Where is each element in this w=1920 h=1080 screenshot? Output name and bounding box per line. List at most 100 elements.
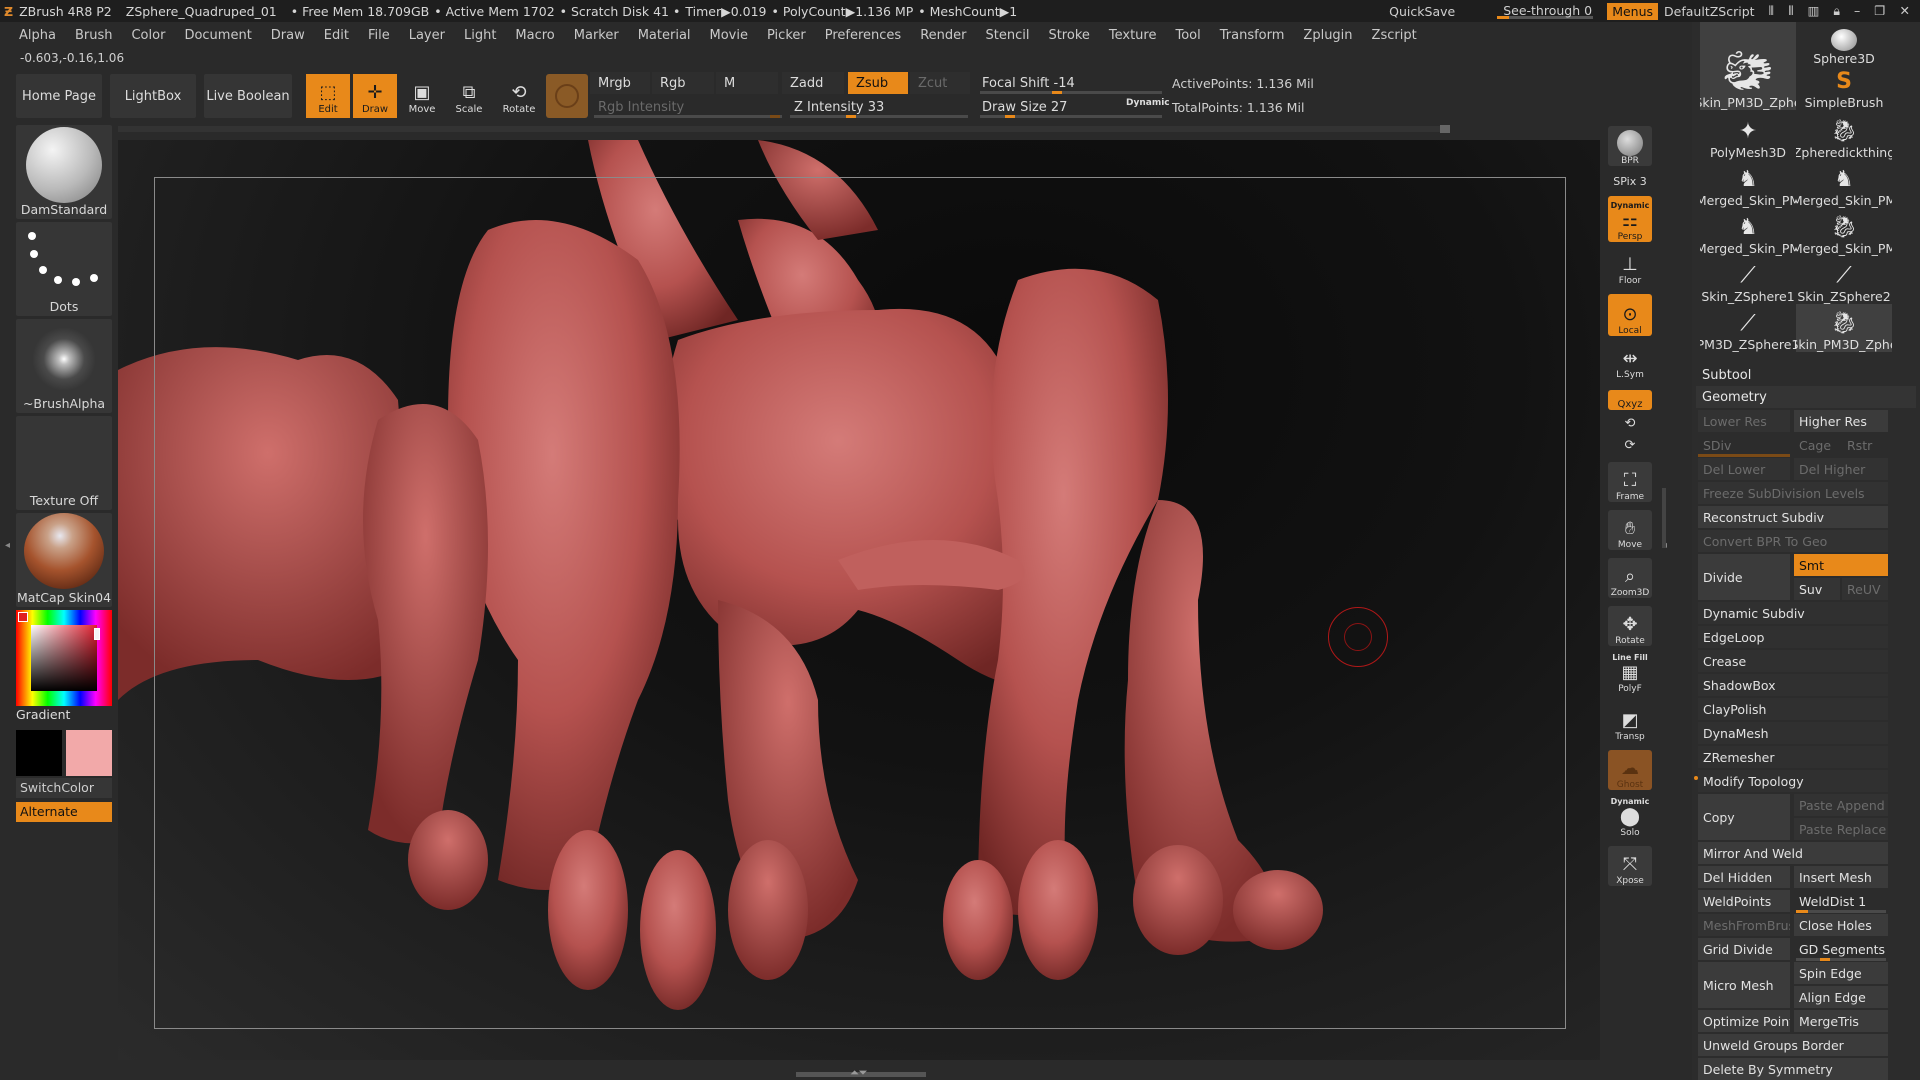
alpha-selector[interactable]: ~BrushAlpha <box>16 319 112 413</box>
modify-topology-header[interactable]: Modify Topology <box>1698 770 1888 792</box>
del-higher-button[interactable]: Del Higher <box>1794 458 1888 480</box>
zadd-button[interactable]: Zadd <box>782 72 844 94</box>
geometry-header[interactable]: Geometry <box>1702 390 1767 405</box>
higher-res-button[interactable]: Higher Res <box>1794 410 1888 432</box>
grid-divide-button[interactable]: Grid Divide <box>1698 938 1790 960</box>
quicksave-button[interactable]: QuickSave <box>1389 4 1455 19</box>
tool-thumb-4[interactable]: 🐉︎ Zpheredickthing <box>1796 112 1892 160</box>
tool-thumb-0[interactable]: 🐲︎ Skin_PM3D_Zphe <box>1700 22 1796 110</box>
scale-button[interactable]: ⧉ Scale <box>447 74 491 118</box>
tool-thumb-3[interactable]: ✦ PolyMesh3D <box>1700 112 1796 160</box>
reuv-toggle[interactable]: ReUV <box>1842 578 1888 600</box>
edit-button[interactable]: ⬚ Edit <box>306 74 350 118</box>
suv-toggle[interactable]: Suv <box>1794 578 1840 600</box>
bottom-tray-arrow-icon[interactable]: ⏶⏷ <box>850 1066 868 1080</box>
lsym-button[interactable]: ⇹ L.Sym <box>1608 348 1652 380</box>
tool-thumb-6[interactable]: ♞ Merged_Skin_PM <box>1796 160 1892 208</box>
smt-toggle[interactable]: Smt <box>1794 554 1888 576</box>
material-selector[interactable]: MatCap Skin04 <box>16 513 112 607</box>
close-icon[interactable]: ✕ <box>1900 3 1910 19</box>
sdiv-track[interactable] <box>1698 454 1790 457</box>
menu-marker[interactable]: Marker <box>574 28 619 43</box>
top-shelf-divider[interactable] <box>118 126 1448 132</box>
viewport-canvas[interactable] <box>118 140 1600 1060</box>
tool-thumb-11[interactable]: ⟋ PM3D_ZSphere1 <box>1700 304 1796 352</box>
move-view-button[interactable]: ✋︎ Move <box>1608 510 1652 550</box>
menu-stroke[interactable]: Stroke <box>1048 28 1089 43</box>
divide-button[interactable]: Divide <box>1698 554 1790 600</box>
minimize-icon[interactable]: – <box>1854 3 1860 19</box>
rotate-axis-icon[interactable]: ⟲ <box>1608 414 1652 432</box>
meshfrombrush-button[interactable]: MeshFromBrush <box>1698 914 1790 936</box>
rstr-button[interactable]: Rstr <box>1842 434 1888 456</box>
zsub-button[interactable]: Zsub <box>848 72 908 94</box>
menu-brush[interactable]: Brush <box>75 28 113 43</box>
freeze-subdiv-button[interactable]: Freeze SubDivision Levels <box>1698 482 1888 504</box>
close-holes-button[interactable]: Close Holes <box>1794 914 1888 936</box>
unweld-groups-button[interactable]: Unweld Groups Border <box>1698 1034 1888 1056</box>
tool-thumb-9[interactable]: ⟋ Skin_ZSphere1 <box>1700 256 1796 304</box>
paste-append-button[interactable]: Paste Append <box>1794 794 1888 816</box>
tool-thumb-2[interactable]: S SimpleBrush <box>1796 66 1892 110</box>
default-zscript-button[interactable]: DefaultZScript <box>1664 4 1755 19</box>
crease-header[interactable]: Crease <box>1698 650 1888 672</box>
gd-segments-track[interactable] <box>1796 958 1886 961</box>
menu-layer[interactable]: Layer <box>409 28 445 43</box>
draw-size-track[interactable] <box>980 115 1162 118</box>
subtool-header[interactable]: Subtool <box>1702 368 1751 383</box>
menu-tool[interactable]: Tool <box>1175 28 1200 43</box>
alternate-button[interactable]: Alternate <box>16 802 112 822</box>
menu-movie[interactable]: Movie <box>710 28 748 43</box>
zcut-button[interactable]: Zcut <box>910 72 970 94</box>
insert-mesh-button[interactable]: Insert Mesh <box>1794 866 1888 888</box>
menu-texture[interactable]: Texture <box>1109 28 1157 43</box>
solo-button[interactable]: Dynamic ⬤ Solo <box>1608 796 1652 838</box>
transp-button[interactable]: ◩ Transp <box>1608 708 1652 742</box>
tool-thumb-10[interactable]: ⟋ Skin_ZSphere2 <box>1796 256 1892 304</box>
color-picker-square[interactable] <box>31 625 97 691</box>
ghost-button[interactable]: ☁ Ghost <box>1608 750 1652 790</box>
menu-zscript[interactable]: Zscript <box>1372 28 1417 43</box>
menu-material[interactable]: Material <box>638 28 691 43</box>
texture-selector[interactable]: Texture Off <box>16 416 112 510</box>
shadowbox-header[interactable]: ShadowBox <box>1698 674 1888 696</box>
menu-draw[interactable]: Draw <box>271 28 305 43</box>
cage-button[interactable]: Cage <box>1794 434 1840 456</box>
menu-picker[interactable]: Picker <box>767 28 806 43</box>
right-scrollbar[interactable] <box>1662 488 1666 548</box>
menus-button[interactable]: Menus <box>1607 2 1659 20</box>
rotate-button[interactable]: ⟲ Rotate <box>497 74 541 118</box>
menu-light[interactable]: Light <box>464 28 496 43</box>
focal-shift-track[interactable] <box>980 91 1162 94</box>
menu-file[interactable]: File <box>368 28 390 43</box>
home-page-button[interactable]: Home Page <box>16 74 102 118</box>
mirror-weld-button[interactable]: Mirror And Weld <box>1698 842 1888 864</box>
layout2-icon[interactable]: ⦀ <box>1788 3 1794 19</box>
lightbox-button[interactable]: LightBox <box>110 74 196 118</box>
z-intensity-track[interactable] <box>790 115 968 118</box>
m-button[interactable]: M <box>716 72 778 94</box>
paste-replace-button[interactable]: Paste Replace <box>1794 818 1888 840</box>
menu-zplugin[interactable]: Zplugin <box>1303 28 1352 43</box>
layout-icon[interactable]: ⦀ <box>1769 3 1775 19</box>
floor-button[interactable]: ⊥ Floor <box>1608 252 1652 286</box>
lower-res-button[interactable]: Lower Res <box>1698 410 1790 432</box>
tool-thumb-8[interactable]: 🐉︎ Merged_Skin_PM <box>1796 208 1892 256</box>
del-lower-button[interactable]: Del Lower <box>1698 458 1790 480</box>
dynamic-toggle[interactable]: Dynamic <box>1126 98 1170 108</box>
rotate-view-button[interactable]: ✥ Rotate <box>1608 606 1652 646</box>
move-button[interactable]: ▣ Move <box>400 74 444 118</box>
zoom3d-button[interactable]: ⌕ Zoom3D <box>1608 558 1652 598</box>
tool-thumb-7[interactable]: ♞ Merged_Skin_PM <box>1700 208 1796 256</box>
bpr-button[interactable]: BPR <box>1608 126 1652 166</box>
menu-macro[interactable]: Macro <box>515 28 554 43</box>
frame-button[interactable]: ⛶ Frame <box>1608 462 1652 502</box>
lock-icon[interactable]: 🔒︎ <box>1833 3 1840 19</box>
see-through-slider[interactable]: See-through 0 <box>1497 1 1594 21</box>
tool-thumb-12[interactable]: 🐉︎ Skin_PM3D_Zphe <box>1796 304 1892 352</box>
menu-alpha[interactable]: Alpha <box>19 28 56 43</box>
material-swatch-button[interactable] <box>546 74 588 118</box>
edgeloop-header[interactable]: EdgeLoop <box>1698 626 1888 648</box>
live-boolean-button[interactable]: Live Boolean <box>204 74 292 118</box>
sdiv-slider[interactable]: SDiv <box>1698 434 1790 456</box>
